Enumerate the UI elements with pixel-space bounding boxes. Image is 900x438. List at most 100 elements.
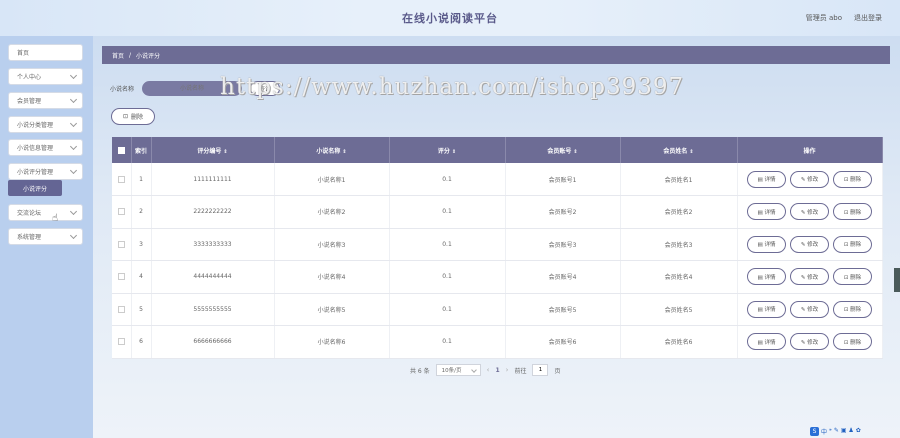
- sort-icon[interactable]: ⇕: [223, 149, 227, 155]
- row-checkbox-cell[interactable]: [112, 293, 132, 326]
- sort-icon[interactable]: ⇕: [689, 149, 693, 155]
- cell-score: 0.1: [389, 195, 506, 229]
- batch-delete-button[interactable]: ⊡ 删除: [111, 108, 155, 125]
- row-checkbox-cell[interactable]: [112, 260, 132, 294]
- cell-name: 会员姓名3: [620, 228, 738, 261]
- cell-actions: ▤ 详情 ✎ 修改 ⊡ 删除: [737, 163, 883, 196]
- sidebar-item-1[interactable]: 个人中心: [8, 68, 83, 85]
- logout-link[interactable]: 退出登录: [854, 13, 882, 23]
- search-button[interactable]: 查询: [250, 81, 281, 96]
- delete-button[interactable]: ⊡ 删除: [833, 333, 872, 351]
- row-checkbox[interactable]: [117, 175, 125, 183]
- row-checkbox-cell[interactable]: [112, 195, 132, 229]
- main-content: 首页 / 小说评分 小说名称 查询 https://www.huzhan.com…: [93, 36, 900, 438]
- edit-label: 修改: [807, 209, 819, 216]
- detail-button[interactable]: ▤ 详情: [747, 170, 786, 188]
- detail-button[interactable]: ▤ 详情: [747, 268, 786, 286]
- column-header-label: 操作: [803, 147, 816, 155]
- detail-label: 详情: [764, 307, 776, 314]
- side-float-tab[interactable]: [894, 268, 900, 292]
- cell-index: 5: [131, 293, 152, 326]
- cell-actions: ▤ 详情 ✎ 修改 ⊡ 删除: [737, 195, 883, 229]
- delete-button[interactable]: ⊡ 删除: [833, 170, 872, 188]
- column-header-2[interactable]: 小说名称 ⇕: [274, 137, 390, 163]
- sidebar-item-2[interactable]: 会员管理: [8, 92, 83, 109]
- column-header-4[interactable]: 会员账号 ⇕: [505, 137, 621, 163]
- ime-toolbar[interactable]: S 中 ⁍ ✎ ▣ ♟ ✿: [810, 427, 861, 436]
- prev-page-icon[interactable]: ‹: [487, 366, 490, 374]
- edit-label: 修改: [807, 177, 819, 183]
- search-input[interactable]: [142, 81, 243, 96]
- row-checkbox-cell[interactable]: [112, 325, 132, 359]
- pagination-total: 共 6 条: [410, 367, 430, 375]
- chevron-down-icon: [69, 166, 78, 175]
- row-checkbox[interactable]: [117, 338, 125, 346]
- delete-button[interactable]: ⊡ 删除: [833, 235, 872, 253]
- sidebar-item-label: 小说评分管理: [17, 169, 54, 176]
- cell-score: 0.1: [389, 228, 506, 261]
- detail-button[interactable]: ▤ 详情: [747, 300, 786, 318]
- breadcrumb-separator: /: [129, 51, 132, 59]
- row-checkbox-cell[interactable]: [112, 163, 132, 196]
- detail-button[interactable]: ▤ 详情: [747, 235, 786, 253]
- sidebar-item-6[interactable]: 交流论坛: [8, 204, 83, 221]
- sidebar-item-7[interactable]: 系统管理: [8, 228, 83, 245]
- sidebar-item-0[interactable]: 首页: [8, 44, 83, 61]
- cell-actions: ▤ 详情 ✎ 修改 ⊡ 删除: [737, 293, 883, 326]
- edit-button[interactable]: ✎ 修改: [790, 203, 829, 221]
- column-header-3[interactable]: 评分 ⇕: [389, 137, 506, 163]
- ime-tools-icon[interactable]: ⁍ ✎ ▣ ♟ ✿: [829, 427, 861, 436]
- detail-button[interactable]: ▤ 详情: [747, 203, 786, 221]
- page-size-select[interactable]: 10条/页: [435, 364, 481, 376]
- sidebar-item-label: 系统管理: [17, 234, 42, 241]
- column-header-1[interactable]: 评分编号 ⇕: [151, 137, 275, 163]
- sort-icon[interactable]: ⇕: [452, 149, 456, 155]
- delete-button[interactable]: ⊡ 删除: [833, 300, 872, 318]
- detail-button[interactable]: ▤ 详情: [747, 333, 786, 351]
- delete-label: 删除: [850, 307, 862, 314]
- current-page-number[interactable]: 1: [495, 367, 499, 374]
- next-page-icon[interactable]: ›: [506, 366, 509, 374]
- row-checkbox[interactable]: [117, 273, 125, 281]
- detail-label: 详情: [764, 177, 776, 183]
- edit-button[interactable]: ✎ 修改: [790, 170, 829, 188]
- edit-button[interactable]: ✎ 修改: [790, 300, 829, 318]
- cell-actions: ▤ 详情 ✎ 修改 ⊡ 删除: [737, 228, 883, 261]
- edit-button[interactable]: ✎ 修改: [790, 268, 829, 286]
- breadcrumb-home[interactable]: 首页: [112, 51, 124, 60]
- sort-icon[interactable]: ⇕: [342, 149, 346, 155]
- cell-score: 0.1: [389, 293, 506, 326]
- hand-cursor-icon: ☝: [52, 213, 59, 224]
- edit-button[interactable]: ✎ 修改: [790, 333, 829, 351]
- sidebar-item-4[interactable]: 小说信息管理: [8, 139, 83, 156]
- trash-icon: ⊡: [122, 114, 128, 120]
- select-all-checkbox-cell[interactable]: [112, 137, 132, 163]
- edit-label: 修改: [807, 307, 819, 314]
- sidebar-item-label: 小说分类管理: [17, 122, 54, 129]
- row-checkbox[interactable]: [117, 240, 125, 248]
- cell-account: 会员账号4: [505, 260, 621, 294]
- sidebar-item-3[interactable]: 小说分类管理: [8, 116, 83, 133]
- ime-language-label[interactable]: 中: [821, 427, 827, 436]
- cell-name: 会员姓名5: [620, 293, 738, 326]
- cell-name: 会员姓名4: [620, 260, 738, 294]
- detail-label: 详情: [764, 274, 776, 281]
- row-checkbox[interactable]: [117, 208, 125, 216]
- top-bar: 在线小说阅读平台 管理员 abo 退出登录: [0, 0, 900, 36]
- edit-button[interactable]: ✎ 修改: [790, 235, 829, 253]
- delete-button[interactable]: ⊡ 删除: [833, 203, 872, 221]
- cell-actions: ▤ 详情 ✎ 修改 ⊡ 删除: [737, 325, 883, 359]
- delete-button[interactable]: ⊡ 删除: [833, 268, 872, 286]
- cell-account: 会员账号2: [505, 195, 621, 229]
- goto-page-input[interactable]: [532, 364, 549, 376]
- sidebar-item-5[interactable]: 小说评分管理: [8, 163, 83, 180]
- column-header-5[interactable]: 会员姓名 ⇕: [620, 137, 738, 163]
- row-checkbox-cell[interactable]: [112, 228, 132, 261]
- sort-icon[interactable]: ⇕: [573, 149, 577, 155]
- sidebar-subitem-active[interactable]: 小说评分: [8, 180, 62, 196]
- detail-label: 详情: [764, 242, 776, 249]
- row-checkbox[interactable]: [117, 305, 125, 313]
- select-all-checkbox[interactable]: [117, 146, 125, 154]
- page-unit: 页: [554, 367, 561, 375]
- table-row: 1 1111111111 小说名称1 0.1 会员账号1 会员姓名1 ▤ 详情 ✎ 修改 ⊡ 删…: [112, 163, 883, 196]
